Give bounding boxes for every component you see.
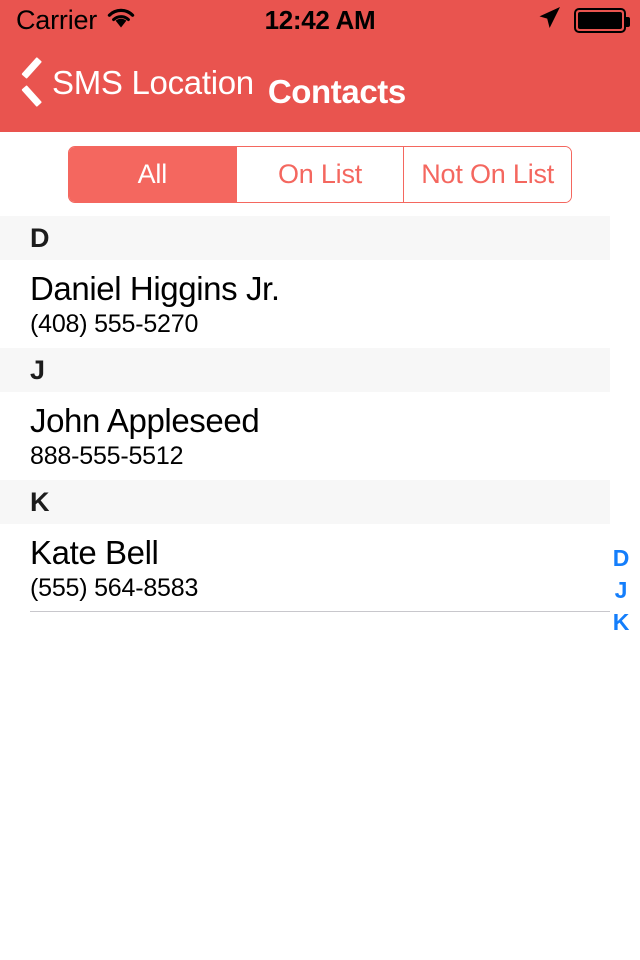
contact-phone: 888-555-5512 <box>30 441 184 470</box>
segmented-control[interactable]: All On List Not On List <box>68 146 572 203</box>
contact-row[interactable]: Daniel Higgins Jr. (408) 555-5270 <box>0 260 640 348</box>
section-index-letter-d[interactable]: D <box>610 545 632 571</box>
contact-name: Kate Bell <box>30 533 159 571</box>
battery-full-icon <box>574 7 630 33</box>
segment-not-on-list[interactable]: Not On List <box>403 147 571 202</box>
back-button[interactable]: SMS Location <box>18 62 254 102</box>
section-header-k: K <box>0 480 610 524</box>
location-arrow-icon <box>536 5 562 36</box>
filter-bar: All On List Not On List <box>0 132 640 216</box>
segment-on-list[interactable]: On List <box>235 147 404 202</box>
section-index-letter-k[interactable]: K <box>610 609 632 635</box>
back-button-label: SMS Location <box>52 64 254 101</box>
section-header-d: D <box>0 216 610 260</box>
app-screen: Carrier 12:42 AM SMS Location Contacts A… <box>0 0 640 960</box>
contact-list: D Daniel Higgins Jr. (408) 555-5270 J Jo… <box>0 216 640 612</box>
section-header-j: J <box>0 348 610 392</box>
contact-phone: (555) 564-8583 <box>30 573 199 602</box>
section-index-bar[interactable]: D J K <box>610 545 632 635</box>
contact-row[interactable]: Kate Bell (555) 564-8583 <box>0 524 640 612</box>
chevron-left-icon <box>18 62 44 102</box>
contact-phone: (408) 555-5270 <box>30 309 199 338</box>
status-bar-right <box>536 0 630 40</box>
segment-all[interactable]: All <box>69 147 236 202</box>
section-index-letter-j[interactable]: J <box>610 577 632 603</box>
status-bar: Carrier 12:42 AM <box>0 0 640 40</box>
navigation-bar-inner: SMS Location Contacts <box>0 62 406 110</box>
contact-name: John Appleseed <box>30 401 260 439</box>
contact-name: Daniel Higgins Jr. <box>30 269 280 307</box>
navigation-bar: SMS Location Contacts <box>0 40 640 132</box>
contact-row[interactable]: John Appleseed 888-555-5512 <box>0 392 640 480</box>
page-title: Contacts <box>267 73 406 110</box>
